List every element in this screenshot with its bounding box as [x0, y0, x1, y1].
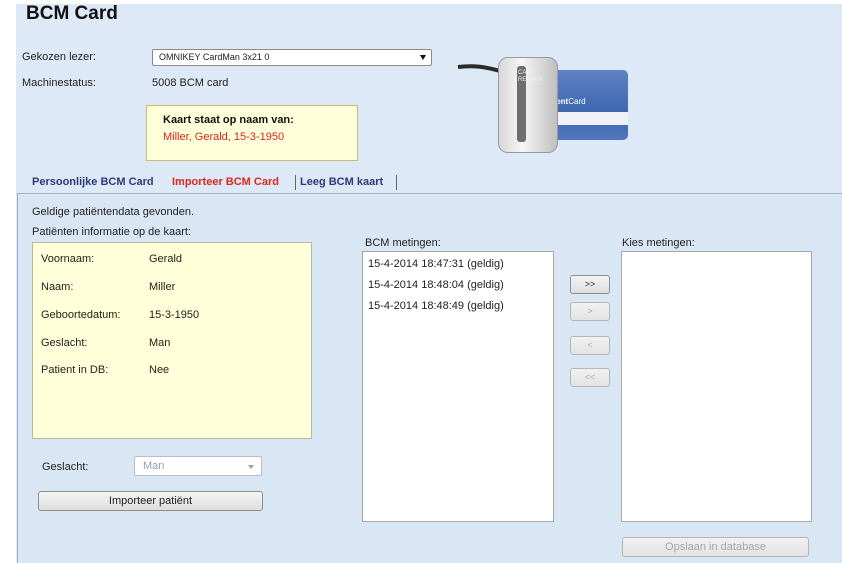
move-all-right-button[interactable]: >>: [570, 275, 610, 294]
card-reader-icon: CARD READER: [498, 57, 558, 153]
card-owner-name: Miller, Gerald, 15-3-1950: [163, 131, 285, 143]
bcm-measurements-label: BCM metingen:: [365, 237, 441, 249]
tab-divider: [396, 175, 397, 190]
patient-row-last-name: Naam: Miller: [41, 281, 175, 293]
card-owner-box: Kaart staat op naam van: Miller, Gerald,…: [146, 105, 358, 161]
patient-field-value: Miller: [149, 281, 176, 293]
list-item[interactable]: 15-4-2014 18:48:49 (geldig): [368, 300, 504, 312]
machine-status-value: 5008 BCM card: [152, 77, 229, 89]
tab-persoonlijke-bcm-card[interactable]: Persoonlijke BCM Card: [32, 172, 154, 192]
page-title: BCM Card: [26, 3, 118, 24]
tab-leeg-bcm-kaart[interactable]: Leeg BCM kaart: [300, 172, 383, 192]
list-item[interactable]: 15-4-2014 18:48:04 (geldig): [368, 279, 504, 291]
card-owner-heading: Kaart staat op naam van:: [163, 114, 294, 126]
save-to-database-button[interactable]: Opslaan in database: [622, 537, 809, 557]
machine-status-label: Machinestatus:: [22, 77, 96, 89]
patient-row-gender: Geslacht: Man: [41, 337, 170, 349]
gender-select-value: Man: [143, 460, 165, 472]
reader-select[interactable]: OMNIKEY CardMan 3x21 0: [152, 49, 432, 66]
patient-row-birth-date: Geboortedatum: 15-3-1950: [41, 309, 199, 321]
move-left-button[interactable]: <: [570, 336, 610, 355]
move-all-left-button[interactable]: <<: [570, 368, 610, 387]
patient-field-label: Geslacht:: [41, 337, 88, 349]
patient-field-value: Nee: [149, 364, 170, 376]
gender-select[interactable]: Man: [134, 456, 262, 476]
patient-info-box: Voornaam: Gerald Naam: Miller Geboorteda…: [32, 242, 312, 439]
patient-row-in-db: Patient in DB: Nee: [41, 364, 169, 376]
patient-info-label: Patiënten informatie op de kaart:: [32, 226, 191, 238]
card-stripe: [552, 112, 628, 125]
import-patient-button[interactable]: Importeer patiënt: [38, 491, 263, 511]
reader-select-value: OMNIKEY CardMan 3x21 0: [159, 52, 270, 62]
move-right-button[interactable]: >: [570, 302, 610, 321]
chosen-measurements-list[interactable]: [621, 251, 812, 522]
chevron-down-icon: [420, 55, 426, 60]
patient-field-label: Naam:: [41, 281, 74, 293]
patient-field-value: Man: [149, 337, 171, 349]
card-image-text: ientCard: [554, 97, 586, 106]
gender-label: Geslacht:: [42, 461, 89, 473]
list-item[interactable]: 15-4-2014 18:47:31 (geldig): [368, 258, 504, 270]
patient-field-label: Voornaam:: [41, 253, 95, 265]
patient-field-label: Geboortedatum:: [41, 309, 121, 321]
tab-divider: [295, 175, 296, 190]
found-text: Geldige patiëntendata gevonden.: [32, 206, 195, 218]
patient-field-value: 15-3-1950: [149, 309, 200, 321]
patient-field-value: Gerald: [149, 253, 183, 265]
patient-row-first-name: Voornaam: Gerald: [41, 253, 182, 265]
reader-label: Gekozen lezer:: [22, 51, 96, 63]
patient-field-label: Patient in DB:: [41, 364, 109, 376]
card-reader-text: CARD READER: [518, 70, 544, 83]
tab-importeer-bcm-card[interactable]: Importeer BCM Card: [172, 172, 279, 192]
chevron-down-icon: [248, 465, 254, 469]
choose-measurements-label: Kies metingen:: [622, 237, 695, 249]
bcm-measurements-list[interactable]: 15-4-2014 18:47:31 (geldig) 15-4-2014 18…: [362, 251, 554, 522]
